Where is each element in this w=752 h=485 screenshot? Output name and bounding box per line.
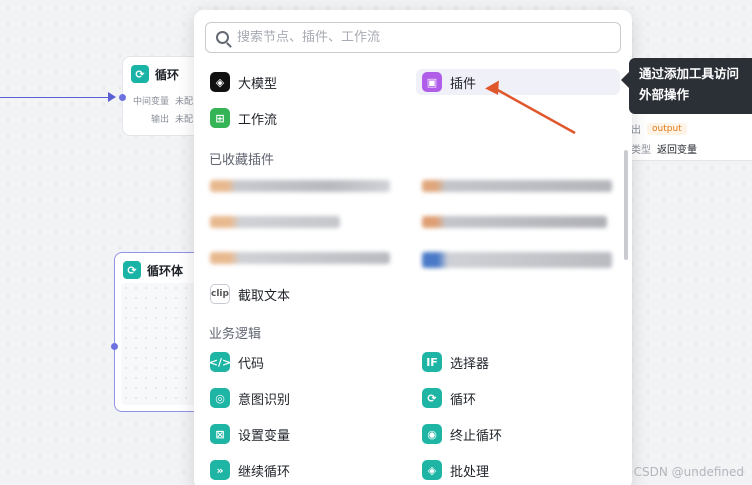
search-input[interactable]: [237, 30, 597, 45]
blurred-favorite-item[interactable]: [210, 252, 390, 264]
watermark: CSDN @undefined: [633, 465, 744, 479]
item-label: 循环: [450, 392, 477, 408]
item-stop-loop[interactable]: ◉ 终止循环: [416, 421, 616, 447]
loop-body-title: 循环体: [147, 263, 184, 278]
logic-section-title: 业务逻辑: [209, 327, 262, 342]
code-icon: </>: [209, 352, 231, 372]
item-code[interactable]: </> 代码: [204, 349, 404, 375]
item-label: 批处理: [450, 464, 490, 480]
row-value: 返回变量: [657, 145, 697, 156]
search-box[interactable]: [205, 22, 621, 53]
row-value: 未配: [175, 115, 194, 125]
if-icon: IF: [422, 352, 442, 372]
loop-icon: ⟳: [422, 388, 442, 408]
row-label: 输出: [151, 115, 170, 125]
item-label: 设置变量: [238, 428, 291, 444]
item-set-variable[interactable]: ⊠ 设置变量: [204, 421, 404, 447]
stop-loop-icon: ◉: [422, 424, 442, 444]
item-label: 意图识别: [238, 392, 291, 408]
item-loop[interactable]: ⟳ 循环: [416, 385, 616, 411]
item-label: 代码: [238, 356, 265, 372]
output-chip: output: [647, 122, 687, 135]
input-port[interactable]: [119, 94, 126, 101]
row-label: 类型: [631, 145, 651, 156]
batch-icon: ◈: [422, 460, 442, 480]
input-port[interactable]: [111, 343, 118, 350]
loop-body-node[interactable]: ⟳ 循环体: [114, 252, 204, 412]
tooltip-line: 通过添加工具访问: [639, 66, 740, 81]
plugin-cube-icon: ▣: [422, 72, 442, 92]
set-variable-icon: ⊠: [210, 424, 230, 444]
intent-icon: ◎: [210, 388, 230, 408]
ai-model-icon: ◈: [210, 72, 230, 92]
annotation-arrow: [485, 80, 576, 135]
row-value: 未配: [175, 97, 194, 107]
loop-node-title: 循环: [155, 67, 180, 82]
plugin-tooltip: 通过添加工具访问 外部操作: [621, 58, 752, 114]
item-label: 选择器: [450, 356, 490, 372]
edge-arrow: [108, 92, 116, 102]
loop-body-icon: ⟳: [123, 261, 141, 279]
item-label: 截取文本: [238, 288, 291, 304]
blurred-favorite-item[interactable]: [210, 180, 390, 192]
item-selector[interactable]: IF 选择器: [416, 349, 616, 375]
blurred-favorite-item[interactable]: [422, 180, 612, 192]
clip-text-icon: clip: [210, 284, 230, 304]
row-label: 出: [631, 125, 641, 136]
continue-loop-icon: »: [210, 460, 230, 480]
workflow-icon: ⊞: [210, 108, 230, 128]
item-label: 工作流: [238, 112, 278, 128]
loop-icon: ⟳: [131, 65, 149, 83]
item-intent[interactable]: ◎ 意图识别: [204, 385, 404, 411]
blurred-favorite-item[interactable]: [422, 252, 612, 268]
item-batch[interactable]: ◈ 批处理: [416, 457, 616, 483]
item-label: 大模型: [238, 76, 278, 92]
row-label: 中间变量: [133, 97, 170, 107]
item-label: 终止循环: [450, 428, 503, 444]
search-icon: [216, 31, 229, 44]
panel-scrollbar[interactable]: [624, 150, 628, 260]
blurred-favorite-item[interactable]: [422, 216, 607, 228]
item-clip-text[interactable]: clip 截取文本: [204, 281, 404, 307]
item-label: 继续循环: [238, 464, 291, 480]
tooltip-line: 外部操作: [639, 87, 690, 102]
item-continue-loop[interactable]: » 继续循环: [204, 457, 404, 483]
favorites-section-title: 已收藏插件: [209, 153, 275, 168]
item-label: 插件: [450, 76, 477, 92]
connection-edge: [0, 97, 114, 98]
item-workflow[interactable]: ⊞ 工作流: [204, 105, 404, 131]
blurred-favorite-item[interactable]: [210, 216, 340, 228]
item-llm[interactable]: ◈ 大模型: [204, 69, 404, 95]
loop-body-canvas: [121, 283, 197, 405]
